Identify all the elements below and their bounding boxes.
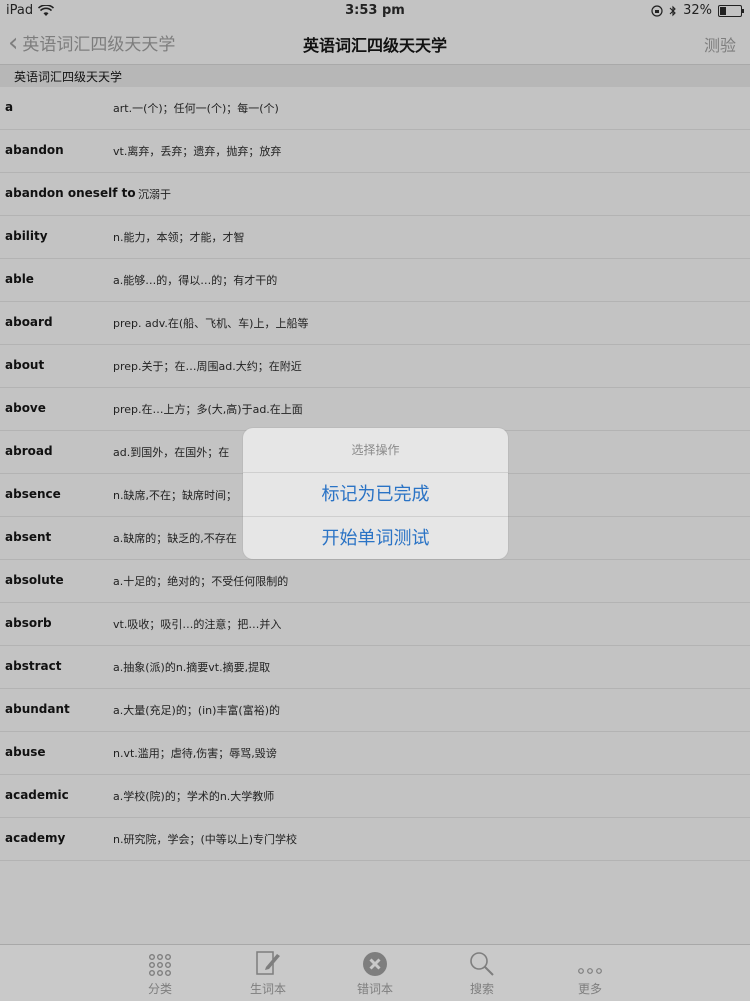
search-icon <box>470 952 494 976</box>
word-term: above <box>5 401 46 415</box>
word-term: abandon <box>5 143 64 157</box>
word-row[interactable]: able a.能够…的，得以…的；有才干的 <box>0 259 750 302</box>
word-term: academy <box>5 831 66 845</box>
word-definition: vt.吸收；吸引…的注意；把…并入 <box>113 618 282 631</box>
tab-bar: 分类 生词本 错词本 搜索 更多 <box>0 944 750 1001</box>
word-row[interactable]: about prep.关于；在…周围ad.大约；在附近 <box>0 345 750 388</box>
word-definition: a.抽象(派)的n.摘要vt.摘要,提取 <box>113 661 271 674</box>
word-row[interactable]: abandon vt.离弃，丢弃；遗弃，抛弃；放弃 <box>0 130 750 173</box>
section-header: 英语词汇四级天天学 <box>0 65 750 87</box>
battery-percent: 32% <box>683 3 712 18</box>
tab-search[interactable]: 搜索 <box>432 945 532 1001</box>
word-term: ability <box>5 229 48 243</box>
word-row[interactable]: a art.一(个)；任何一(个)；每一(个) <box>0 87 750 130</box>
dialog-title: 选择操作 <box>243 428 508 473</box>
word-row[interactable]: absorb vt.吸收；吸引…的注意；把…并入 <box>0 603 750 646</box>
word-term: absence <box>5 487 61 501</box>
word-definition: ad.到国外，在国外；在 <box>113 446 230 459</box>
tab-new-words[interactable]: 生词本 <box>218 945 318 1001</box>
word-row[interactable]: absolute a.十足的；绝对的；不受任何限制的 <box>0 560 750 603</box>
word-definition: prep.关于；在…周围ad.大约；在附近 <box>113 360 302 373</box>
word-definition: prep.在…上方；多(大,高)于ad.在上面 <box>113 403 303 416</box>
word-term: abstract <box>5 659 62 673</box>
word-definition: n.缺席,不在；缺席时间； <box>113 489 237 502</box>
page-title: 英语词汇四级天天学 <box>302 36 447 55</box>
word-row[interactable]: academic a.学校(院)的；学术的n.大学教师 <box>0 775 750 818</box>
word-definition: n.研究院，学会；(中等以上)专门学校 <box>113 833 298 846</box>
word-definition: prep. adv.在(船、飞机、车)上，上船等 <box>113 317 309 330</box>
word-term: aboard <box>5 315 53 329</box>
grid-icon <box>149 954 172 977</box>
mark-complete-button[interactable]: 标记为已完成 <box>243 473 508 516</box>
quiz-button[interactable]: 测验 <box>704 32 736 56</box>
tab-label: 错词本 <box>356 982 393 996</box>
section-header-label: 英语词汇四级天天学 <box>14 70 123 84</box>
word-term: a <box>5 100 14 114</box>
word-term: absent <box>5 530 52 544</box>
word-term: about <box>5 358 45 372</box>
word-row[interactable]: ability n.能力，本领；才能，才智 <box>0 216 750 259</box>
word-row[interactable]: abandon oneself to 沉溺于 <box>0 173 750 216</box>
orientation-lock-icon <box>651 4 663 17</box>
word-definition: a.大量(充足)的；(in)丰富(富裕)的 <box>113 704 281 717</box>
word-term: abandon oneself to <box>5 186 136 200</box>
word-term: absorb <box>5 616 52 630</box>
word-row[interactable]: abuse n.vt.滥用；虐待,伤害；辱骂,毁谤 <box>0 732 750 775</box>
close-circle-icon <box>363 952 387 976</box>
word-row[interactable]: abundant a.大量(充足)的；(in)丰富(富裕)的 <box>0 689 750 732</box>
word-row[interactable]: abstract a.抽象(派)的n.摘要vt.摘要,提取 <box>0 646 750 689</box>
word-definition: vt.离弃，丢弃；遗弃，抛弃；放弃 <box>113 145 282 158</box>
status-time: 3:53 pm <box>345 3 405 18</box>
word-term: abroad <box>5 444 53 458</box>
word-definition: a.学校(院)的；学术的n.大学教师 <box>113 790 275 803</box>
navigation-bar: ‹ 英语词汇四级天天学 英语词汇四级天天学 测验 <box>0 22 750 65</box>
word-term: able <box>5 272 34 286</box>
word-definition: n.能力，本领；才能，才智 <box>113 231 245 244</box>
bluetooth-icon <box>669 5 676 16</box>
word-definition: 沉溺于 <box>138 188 171 201</box>
word-row[interactable]: above prep.在…上方；多(大,高)于ad.在上面 <box>0 388 750 431</box>
action-dialog: 选择操作 标记为已完成 开始单词测试 <box>243 428 508 559</box>
word-definition: a.能够…的，得以…的；有才干的 <box>113 274 278 287</box>
word-term: abuse <box>5 745 46 759</box>
word-definition: a.缺席的；缺乏的,不存在 <box>113 532 237 545</box>
notebook-edit-icon <box>256 951 280 975</box>
tab-categories[interactable]: 分类 <box>110 945 210 1001</box>
battery-icon <box>718 4 744 17</box>
tab-label: 搜索 <box>469 982 494 996</box>
word-term: academic <box>5 788 69 802</box>
tab-more[interactable]: 更多 <box>540 945 640 1001</box>
word-row[interactable]: academy n.研究院，学会；(中等以上)专门学校 <box>0 818 750 861</box>
tab-wrong-words[interactable]: 错词本 <box>325 945 425 1001</box>
tab-label: 更多 <box>577 982 602 996</box>
word-term: absolute <box>5 573 64 587</box>
word-definition: art.一(个)；任何一(个)；每一(个) <box>113 102 279 115</box>
word-term: abundant <box>5 702 70 716</box>
word-definition: n.vt.滥用；虐待,伤害；辱骂,毁谤 <box>113 747 277 760</box>
word-definition: a.十足的；绝对的；不受任何限制的 <box>113 575 289 588</box>
start-word-test-button[interactable]: 开始单词测试 <box>243 516 508 559</box>
word-row[interactable]: aboard prep. adv.在(船、飞机、车)上，上船等 <box>0 302 750 345</box>
tab-label: 分类 <box>147 982 172 996</box>
status-bar: iPad 3:53 pm 32% <box>0 0 750 22</box>
more-icon <box>578 968 602 974</box>
tab-label: 生词本 <box>249 982 286 996</box>
